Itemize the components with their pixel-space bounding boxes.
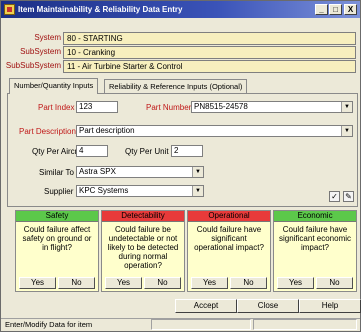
criteria-operational-question: Could failure have significant operation… [194,225,264,252]
close-button[interactable]: Close [237,299,299,313]
detectability-no-button[interactable]: No [144,277,181,289]
maximize-button[interactable]: □ [329,4,342,15]
pencil-icon[interactable]: ✎ [343,191,354,202]
main-window: Item Maintainability & Reliability Data … [0,0,361,332]
chevron-down-icon[interactable]: ▼ [341,102,352,112]
criteria-safety-question: Could failure affect safety on ground or… [22,225,92,252]
part-index-label: Part Index [38,103,75,112]
subsystem-row: SubSystem [1,46,61,59]
criteria-operational: Operational Could failure have significa… [187,210,271,292]
subsystem-label: SubSystem [20,47,61,56]
part-description-value: Part description [79,126,135,135]
part-description-label: Part Description [19,127,76,136]
detectability-yes-button[interactable]: Yes [105,277,142,289]
subsubsystem-label: SubSubSystem [5,61,61,70]
criteria-operational-header: Operational [188,211,270,222]
check-edit-icon[interactable]: ✓ [329,191,340,202]
operational-yes-button[interactable]: Yes [191,277,228,289]
supplier-value: KPC Systems [79,186,129,195]
safety-no-button[interactable]: No [58,277,95,289]
tab-reliability-reference[interactable]: Reliability & Reference Inputs (Optional… [104,79,248,94]
accept-button[interactable]: Accept [175,299,237,313]
safety-yes-button[interactable]: Yes [19,277,56,289]
window-title: Item Maintainability & Reliability Data … [18,5,183,14]
tab-number-quantity[interactable]: Number/Quantity Inputs [9,78,99,94]
similar-to-select[interactable]: Astra SPX ▼ [76,166,204,178]
criteria-detectability: Detectability Could failure be undetecta… [101,210,185,292]
qty-per-unit-input[interactable]: 2 [171,145,203,157]
qty-per-aircraft-input[interactable]: 4 [76,145,108,157]
similar-to-label: Similar To [39,168,74,177]
criteria-economic-header: Economic [274,211,356,222]
similar-to-value: Astra SPX [79,167,116,176]
part-number-select[interactable]: PN8515-24578 ▼ [191,101,353,113]
criteria-detectability-header: Detectability [102,211,184,222]
criteria-economic: Economic Could failure have significant … [273,210,357,292]
criteria-economic-question: Could failure have significant economic … [278,225,352,252]
supplier-select[interactable]: KPC Systems ▼ [76,185,204,197]
system-label: System [34,33,61,42]
economic-no-button[interactable]: No [316,277,353,289]
part-index-input[interactable]: 123 [76,101,118,113]
status-panel [151,319,251,330]
status-text: Enter/Modify Data for item [5,320,93,329]
criteria-safety-header: Safety [16,211,98,222]
chevron-down-icon[interactable]: ▼ [341,126,352,136]
title-bar: Item Maintainability & Reliability Data … [1,1,360,18]
chevron-down-icon[interactable]: ▼ [192,167,203,177]
criteria-detectability-question: Could failure be undetectable or not lik… [107,225,179,270]
subsubsystem-row: SubSubSystem [1,60,61,73]
qty-per-unit-label: Qty Per Unit [125,147,169,156]
operational-no-button[interactable]: No [230,277,267,289]
part-number-value: PN8515-24578 [194,102,248,111]
help-button[interactable]: Help [299,299,361,313]
subsystem-field[interactable]: 10 - Cranking [63,46,356,59]
app-icon [4,4,15,15]
minimize-button[interactable]: _ [315,4,328,15]
supplier-label: Supplier [44,187,74,196]
close-window-button[interactable]: X [344,4,357,15]
system-field[interactable]: 80 - STARTING [63,32,356,45]
criteria-safety: Safety Could failure affect safety on gr… [15,210,99,292]
economic-yes-button[interactable]: Yes [277,277,314,289]
system-row: System [1,32,61,45]
subsubsystem-field[interactable]: 11 - Air Turbine Starter & Control [63,60,356,73]
part-number-label: Part Number [146,103,192,112]
part-description-select[interactable]: Part description ▼ [76,125,353,137]
status-panel [253,319,357,330]
chevron-down-icon[interactable]: ▼ [192,186,203,196]
